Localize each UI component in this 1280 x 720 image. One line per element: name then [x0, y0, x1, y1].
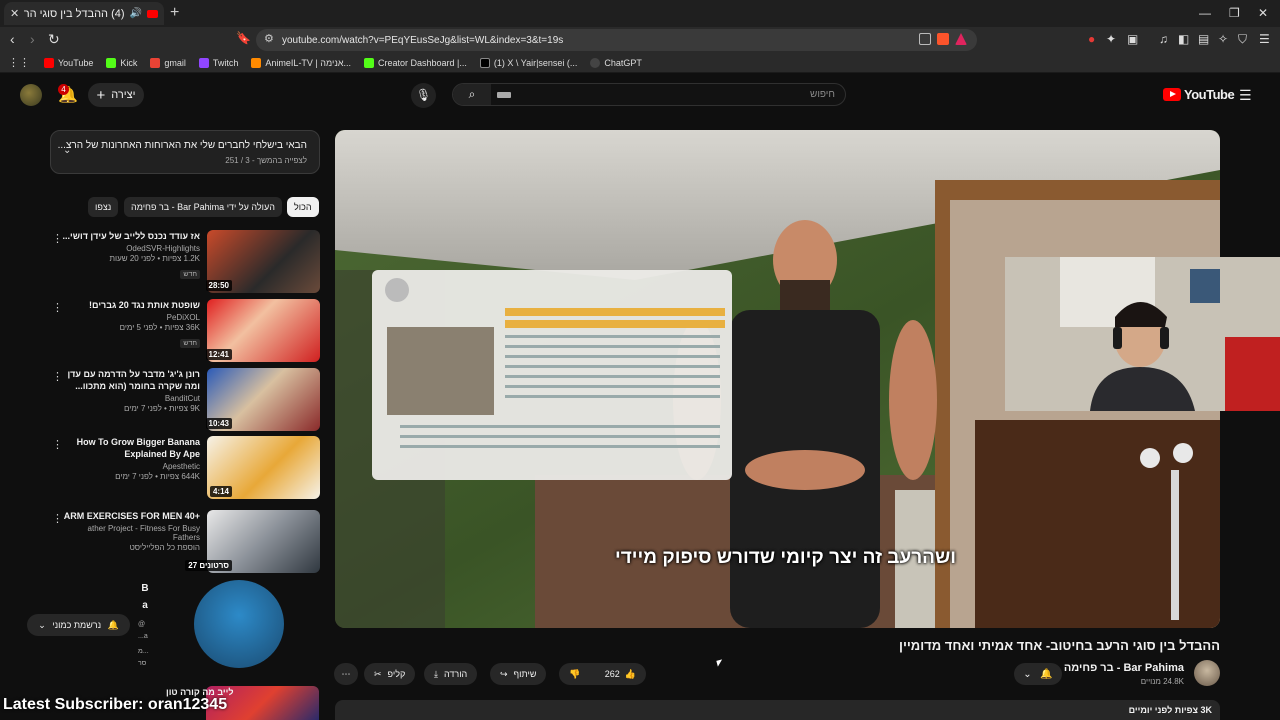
thumbs-up-icon: 👍: [624, 668, 636, 679]
rewards-icon[interactable]: [955, 33, 967, 45]
clip-button[interactable]: קליפ ✂: [364, 663, 416, 685]
bookmark-kick[interactable]: Kick: [106, 57, 137, 68]
bookmark-twitch[interactable]: Twitch: [198, 57, 238, 68]
bell-icon: 🔔: [107, 619, 119, 630]
description-box[interactable]: 3K צפיות לפני יומיים: [335, 700, 1220, 720]
more-actions-button[interactable]: ⋯: [334, 663, 358, 685]
brave-shield-icon[interactable]: [937, 33, 949, 45]
speaker-icon[interactable]: 🔊: [130, 8, 142, 19]
share-icon: ↪: [500, 668, 508, 679]
chip-watched[interactable]: נצפו: [88, 197, 119, 217]
chip-uploaded-by[interactable]: העולה על ידי Bar Pahima - בר פחימה: [124, 197, 282, 217]
channel-card-avatar[interactable]: [194, 580, 284, 668]
browser-tab-active[interactable]: 🔊 (4) ההבדל בין סוגי הרעב בחיטוב ✕: [4, 2, 164, 25]
apps-icon[interactable]: ⋮⋮: [8, 56, 30, 69]
playlist-progress: לצפייה בהמשך - 3 / 251: [225, 156, 307, 165]
site-info-icon[interactable]: ⚙: [264, 32, 274, 45]
like-button[interactable]: 👍 262: [605, 669, 636, 680]
plus-icon: +: [96, 86, 106, 104]
stream-overlay-latest-subscriber: Latest Subscriber: oran12345: [3, 696, 228, 713]
youtube-play-icon: [1163, 88, 1181, 101]
screenshot-icon[interactable]: ▣: [1127, 32, 1138, 46]
dislike-button[interactable]: 👎: [569, 669, 580, 680]
download-button[interactable]: הורדה ⤓: [424, 663, 478, 685]
mouse-cursor: [716, 659, 724, 667]
media-icon[interactable]: ♫: [1159, 32, 1168, 46]
new-tab-button[interactable]: +: [170, 4, 179, 22]
notification-badge: 4: [58, 84, 69, 95]
create-button[interactable]: יצירה +: [88, 83, 144, 107]
channel-card-letters: Ba: [141, 583, 149, 611]
more-options-icon: ⋯: [341, 668, 351, 679]
bookmark-gmail[interactable]: gmail: [150, 57, 186, 68]
more-options-icon[interactable]: ⋮: [52, 438, 63, 451]
keyboard-icon[interactable]: [497, 92, 511, 98]
list-item[interactable]: 28:50 אז עודד נכנס ללייב של עידן דושי...…: [46, 230, 320, 294]
more-options-icon[interactable]: ⋮: [52, 370, 63, 383]
menu-icon[interactable]: ☰: [1259, 32, 1270, 46]
chip-all[interactable]: הכול: [287, 197, 319, 217]
youtube-logo[interactable]: YouTube: [1163, 87, 1235, 102]
subscribed-button[interactable]: 🔔 נרשמת כמוני ⌄: [27, 614, 130, 636]
guide-menu-icon[interactable]: ☰: [1239, 87, 1252, 104]
webcam-overlay: [1005, 257, 1280, 411]
channel-name[interactable]: Bar Pahima - בר פחימה: [1064, 662, 1184, 674]
tab-title: (4) ההבדל בין סוגי הרעב בחיטוב: [24, 7, 125, 20]
back-icon[interactable]: ‹: [10, 31, 15, 47]
browser-tab-strip: 🔊 (4) ההבדל בין סוגי הרעב בחיטוב ✕ + — ❐…: [0, 0, 1280, 27]
share-button[interactable]: שיתוף ↪: [490, 663, 547, 685]
like-dislike-group: 👍 262 👎: [559, 663, 646, 685]
forward-icon[interactable]: ›: [30, 31, 35, 47]
bookmark-x[interactable]: (1) X \ Yair|sensei (...: [479, 57, 577, 68]
more-options-icon[interactable]: ⋮: [52, 512, 63, 525]
subscriber-count: 24.8K מנויים: [1140, 677, 1184, 686]
video-subtitle: ושהרעב זה יצר קיומי שדורש סיפוק מיידי: [615, 547, 957, 568]
bookmarks-bar: ⋮⋮ YouTube Kick gmail Twitch AnimeIL-TV …: [0, 53, 1280, 73]
cast-icon[interactable]: [919, 33, 931, 45]
close-tab-icon[interactable]: ✕: [10, 7, 19, 20]
playlist-title: הבאי בישלחי לחברים שלי את הארוחות האחרונ…: [57, 140, 307, 151]
list-item[interactable]: 4:14 How To Grow Bigger Banana Explained…: [46, 436, 320, 500]
bookmark-youtube[interactable]: YouTube: [44, 57, 93, 68]
minimize-icon[interactable]: —: [1199, 6, 1211, 20]
close-window-icon[interactable]: ✕: [1258, 6, 1268, 20]
url-text: youtube.com/watch?v=PEqYEusSeJg&list=WL&…: [282, 34, 564, 46]
chevron-down-icon: ⌄: [38, 619, 46, 630]
bookmark-icon[interactable]: 🔖: [236, 31, 251, 45]
chevron-down-icon: ⌄: [1023, 668, 1032, 680]
more-options-icon[interactable]: ⋮: [52, 232, 63, 245]
bookmark-animeil[interactable]: AnimeIL-TV | אנימה...: [251, 57, 351, 68]
account-avatar[interactable]: [20, 84, 42, 106]
subscription-bell-button[interactable]: ⌄ 🔔: [1014, 663, 1062, 685]
thumbs-down-icon: 👎: [569, 668, 581, 679]
voice-search-icon[interactable]: 🎙: [411, 83, 436, 108]
url-bar[interactable]: ⚙ youtube.com/watch?v=PEqYEusSeJg&list=W…: [256, 29, 977, 51]
restore-icon[interactable]: ❐: [1229, 6, 1240, 20]
channel-avatar[interactable]: [1194, 660, 1220, 686]
playlist-panel[interactable]: הבאי בישלחי לחברים שלי את הארוחות האחרונ…: [50, 130, 320, 174]
list-item[interactable]: 12:41 שופטת אותת נגד 20 גברים! PeDiXOL 3…: [46, 299, 320, 363]
extensions-icon[interactable]: ✦: [1106, 32, 1116, 46]
leo-icon[interactable]: ✧: [1218, 32, 1228, 46]
reload-icon[interactable]: ↻: [48, 31, 60, 48]
download-icon: ⤓: [434, 668, 438, 679]
youtube-favicon-icon: [147, 9, 158, 18]
more-options-icon[interactable]: ⋮: [52, 301, 63, 314]
extension-record-icon[interactable]: ●: [1088, 32, 1095, 46]
bell-icon: 🔔: [1040, 668, 1053, 680]
list-item[interactable]: 27 סרטונים ARM EXERCISES FOR MEN 40+ ath…: [46, 510, 320, 574]
scissors-icon: ✂: [374, 668, 382, 679]
list-item[interactable]: 10:43 רונן ג'יג' מדבר על הדרמה עם עדן ומ…: [46, 368, 320, 432]
bookmark-chatgpt[interactable]: ChatGPT: [590, 57, 642, 68]
video-title: ההבדל בין סוגי הרעב בחיטוב- אחד אמיתי וא…: [899, 638, 1220, 653]
vpn-icon[interactable]: ⛉: [1238, 32, 1247, 47]
bookmark-creator-dashboard[interactable]: Creator Dashboard |...: [364, 57, 467, 68]
sidebar-icon[interactable]: ◧: [1178, 32, 1189, 46]
search-input[interactable]: ⌕ חיפוש: [452, 83, 846, 106]
search-icon[interactable]: ⌕: [453, 84, 491, 105]
wallet-icon[interactable]: ▤: [1198, 32, 1209, 46]
address-bar-row: ‹ › ↻ 🔖 ⚙ youtube.com/watch?v=PEqYEusSeJ…: [0, 27, 1280, 53]
chevron-down-icon[interactable]: ⌄: [63, 145, 71, 156]
